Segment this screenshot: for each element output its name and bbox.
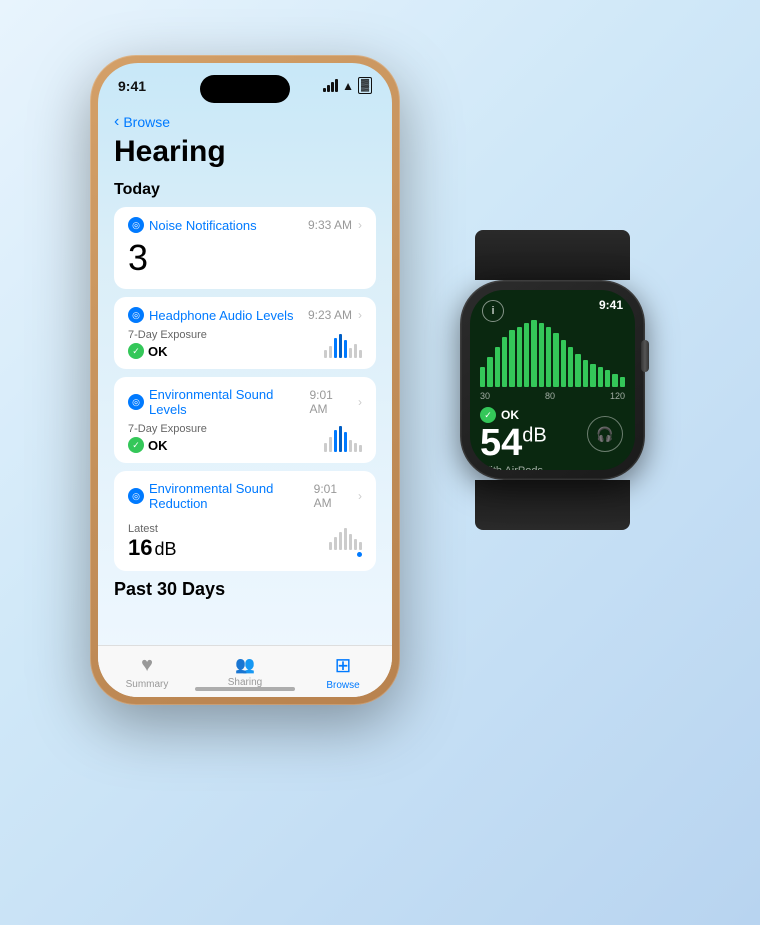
dynamic-island [200, 75, 290, 103]
watch-band-bottom [475, 480, 630, 530]
scene: 9:41 ▲ ▓ ‹ Browse [0, 0, 760, 925]
headphone-audio-title: ◎ Headphone Audio Levels [128, 307, 294, 323]
env-ok-text: OK [148, 438, 168, 453]
headphone-exposure-row: 7-Day Exposure ✓ OK [128, 329, 362, 359]
watch-info-button[interactable]: i [482, 300, 504, 322]
iphone-content: ‹ Browse Hearing Today ◎ Noise Notificat… [98, 113, 392, 647]
sharing-icon: 👥 [235, 655, 255, 675]
airpods-icon: 🎧 [587, 416, 623, 452]
ear-icon-1: ◎ [128, 217, 144, 233]
reduction-bars [329, 522, 362, 550]
apple-watch: 9:41 i [435, 230, 670, 515]
today-section-header: Today [114, 181, 376, 199]
watch-audio-bars [470, 316, 635, 391]
noise-count: 3 [128, 237, 362, 279]
headphone-exposure-label: 7-Day Exposure [128, 329, 207, 341]
ear-icon-3: ◎ [128, 394, 144, 410]
watch-crown [641, 340, 649, 372]
summary-label: Summary [126, 679, 169, 690]
status-time: 9:41 [118, 78, 146, 94]
status-icons: ▲ ▓ [323, 77, 372, 94]
watch-ok-text: OK [501, 408, 519, 422]
iphone-screen: 9:41 ▲ ▓ ‹ Browse [98, 63, 392, 697]
watch-x-axis: 30 80 120 [470, 391, 635, 401]
browse-icon: ⊞ [335, 653, 352, 678]
watch-time: 9:41 [599, 298, 623, 312]
home-indicator [195, 687, 295, 691]
tab-summary[interactable]: ♥ Summary [98, 654, 196, 690]
env-sound-time: 9:01 AM [309, 388, 352, 416]
watch-band-top [475, 230, 630, 280]
env-sound-title: ◎ Environmental Sound Levels [128, 387, 309, 417]
latest-value: 16 [128, 535, 152, 561]
db-unit-label: dB [154, 539, 176, 560]
env-sound-chevron-icon: › [358, 395, 362, 409]
watch-ok-check-icon: ✓ [480, 407, 496, 423]
battery-icon: ▓ [358, 77, 372, 94]
headphone-chevron-icon: › [358, 308, 362, 322]
env-ok-badge: ✓ OK [128, 437, 207, 453]
back-label: Browse [123, 114, 170, 130]
page-title: Hearing [114, 135, 376, 169]
ok-check-icon-1: ✓ [128, 343, 144, 359]
blue-dot [357, 552, 362, 557]
env-reduction-chevron-icon: › [358, 489, 362, 503]
environmental-sound-card[interactable]: ◎ Environmental Sound Levels 9:01 AM › 7… [114, 377, 376, 463]
watch-db-unit: dB [522, 424, 546, 446]
env-reduction-time: 9:01 AM [314, 482, 352, 510]
env-sound-exposure-row: 7-Day Exposure ✓ OK [128, 423, 362, 453]
signal-icon [323, 79, 338, 92]
back-link[interactable]: ‹ Browse [114, 113, 376, 131]
noise-chevron-icon: › [358, 218, 362, 232]
env-reduction-data-row: Latest 16 dB [128, 517, 362, 561]
ear-icon-4: ◎ [128, 488, 144, 504]
past-30-days-header: Past 30 Days [114, 579, 376, 600]
headphone-audio-card[interactable]: ◎ Headphone Audio Levels 9:23 AM › 7-Day… [114, 297, 376, 369]
summary-icon: ♥ [141, 654, 153, 677]
browse-label: Browse [326, 680, 359, 691]
watch-body: 9:41 i [460, 280, 645, 480]
noise-time: 9:33 AM [308, 218, 352, 232]
tab-sharing[interactable]: 👥 Sharing [196, 655, 294, 688]
noise-notifications-card[interactable]: ◎ Noise Notifications 9:33 AM › 3 [114, 207, 376, 289]
iphone-device: 9:41 ▲ ▓ ‹ Browse [90, 55, 400, 705]
env-bars [324, 424, 362, 452]
noise-notifications-title: ◎ Noise Notifications [128, 217, 257, 233]
ear-icon-2: ◎ [128, 307, 144, 323]
headphone-ok-badge: ✓ OK [128, 343, 207, 359]
back-chevron-icon: ‹ [114, 113, 119, 131]
headphone-bars [324, 330, 362, 358]
headphone-time: 9:23 AM [308, 308, 352, 322]
env-reduction-title: ◎ Environmental Sound Reduction [128, 481, 314, 511]
watch-with-airpods: With AirPods [470, 465, 635, 470]
headphone-ok-text: OK [148, 344, 168, 359]
wifi-icon: ▲ [342, 79, 354, 93]
ok-check-icon-2: ✓ [128, 437, 144, 453]
env-sound-reduction-card[interactable]: ◎ Environmental Sound Reduction 9:01 AM … [114, 471, 376, 571]
tab-browse[interactable]: ⊞ Browse [294, 653, 392, 691]
latest-label: Latest [128, 523, 177, 535]
env-exposure-label: 7-Day Exposure [128, 423, 207, 435]
watch-screen: 9:41 i [470, 290, 635, 470]
